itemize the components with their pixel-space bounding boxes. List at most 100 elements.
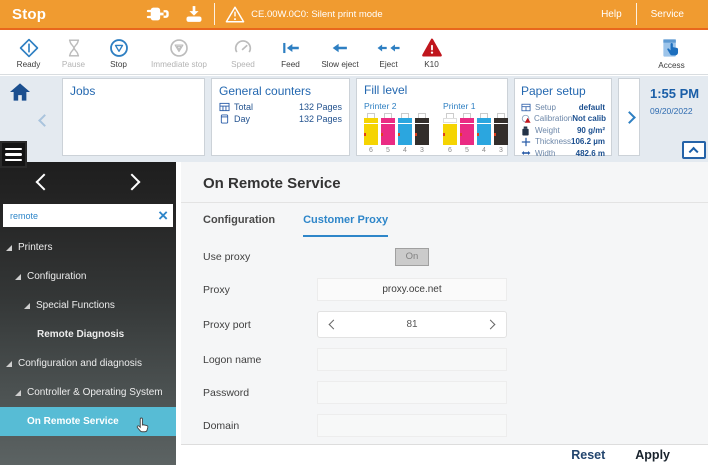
reset-button[interactable]: Reset [571, 448, 605, 462]
paper-row-weight: Weight 90 g/m² [521, 125, 605, 136]
warning-triangle-icon [225, 5, 245, 24]
fill-level-card[interactable]: Fill level Printer 2 6 5 4 [356, 78, 508, 156]
ink-bottle-cyan [398, 113, 412, 145]
page-title: On Remote Service [181, 162, 708, 202]
paper-row-calibration: Calibration Not calib [521, 113, 605, 124]
width-icon [521, 149, 532, 157]
help-button[interactable]: Help [587, 9, 636, 20]
expand-triangle-icon [6, 245, 12, 251]
domain-label: Domain [203, 420, 317, 432]
sidebar-item-controller-operating-system[interactable]: Controller & Operating System [0, 378, 176, 407]
ready-button[interactable]: Ready [6, 33, 51, 73]
sidebar-item-on-remote-service[interactable]: On Remote Service [0, 407, 176, 436]
sidebar-item-configuration[interactable]: Configuration [0, 262, 176, 291]
download-icon[interactable] [184, 4, 204, 24]
power-plug-icon[interactable] [146, 5, 170, 23]
eject-icon [376, 37, 402, 59]
proxy-label: Proxy [203, 284, 317, 296]
ink-level-numbers: 6 5 4 3 [364, 147, 429, 154]
jobs-card-title: Jobs [70, 84, 197, 98]
counter-row-day: Day 132 Pages [219, 114, 342, 124]
speed-button[interactable]: Speed [217, 33, 269, 73]
fill-level-title: Fill level [364, 83, 500, 97]
paper-setup-title: Paper setup [521, 84, 605, 98]
slow-eject-button[interactable]: Slow eject [312, 33, 368, 73]
domain-field[interactable] [317, 414, 507, 437]
weight-icon [521, 126, 532, 136]
decrement-port-button[interactable] [329, 320, 339, 330]
paper-setup-card[interactable]: Paper setup Setup default Calibration No… [514, 78, 612, 156]
ready-icon [18, 37, 40, 59]
hamburger-menu-button[interactable] [0, 141, 27, 168]
pause-hourglass-icon [63, 37, 85, 59]
proxy-port-row: Proxy port 81 [203, 311, 708, 338]
stop-button[interactable]: Stop [96, 33, 141, 73]
sidebar-item-configuration-and-diagnosis[interactable]: Configuration and diagnosis [0, 349, 176, 378]
password-label: Password [203, 387, 317, 399]
pause-button[interactable]: Pause [51, 33, 96, 73]
scroll-cards-right-button[interactable] [618, 78, 640, 156]
general-counters-card[interactable]: General counters Total 132 Pages Day 132… [211, 78, 350, 156]
access-button[interactable]: Access [649, 33, 694, 73]
home-icon[interactable] [9, 82, 31, 102]
ink-bottle-cyan [477, 113, 491, 145]
tab-configuration[interactable]: Configuration [203, 214, 275, 237]
scroll-cards-left-chevron[interactable] [40, 112, 49, 130]
increment-port-button[interactable] [486, 320, 496, 330]
stop-icon [108, 37, 130, 59]
ink-level-numbers: 6 5 4 3 [443, 147, 508, 154]
printer-control-screen: Stop CE.00W.0C0: Silent print mode Help … [0, 0, 708, 465]
immediate-stop-icon [168, 37, 190, 59]
logon-name-label: Logon name [203, 354, 317, 366]
domain-row: Domain [203, 414, 708, 437]
collapse-dashboard-button[interactable] [682, 141, 706, 159]
nav-back-button[interactable] [38, 175, 50, 193]
password-row: Password [203, 381, 708, 404]
proxy-port-stepper: 81 [317, 311, 507, 338]
ink-bottle-yellow [364, 113, 378, 145]
eject-button[interactable]: Eject [368, 33, 409, 73]
printer-1-fill: Printer 1 6 5 4 3 [443, 101, 508, 154]
proxy-field[interactable]: proxy.oce.net [317, 278, 507, 301]
logon-name-field[interactable] [317, 348, 507, 371]
proxy-port-value[interactable]: 81 [406, 319, 417, 330]
paper-row-setup: Setup default [521, 102, 605, 113]
chevron-up-icon [689, 146, 699, 156]
slow-eject-icon [329, 37, 351, 59]
machine-status: Stop [12, 6, 46, 23]
apply-button[interactable]: Apply [635, 448, 670, 462]
paper-row-width: Width 482.6 m [521, 148, 605, 159]
paper-row-thickness: Thickness 106.2 µm [521, 136, 605, 147]
top-status-bar: Stop CE.00W.0C0: Silent print mode Help … [0, 0, 708, 30]
expand-triangle-icon [6, 361, 12, 367]
counter-value: 132 Pages [299, 102, 342, 112]
ink-bottle-black [415, 113, 429, 145]
dashboard-strip: Jobs General counters Total 132 Pages Da… [0, 76, 708, 162]
clear-search-icon[interactable]: × [158, 205, 168, 226]
k10-warning-button[interactable]: K10 [409, 33, 454, 73]
jobs-card[interactable]: Jobs [62, 78, 205, 156]
immediate-stop-button[interactable]: Immediate stop [141, 33, 217, 73]
tab-customer-proxy[interactable]: Customer Proxy [303, 214, 388, 237]
feed-icon [280, 37, 302, 59]
sidebar-item-printers[interactable]: Printers [0, 233, 176, 262]
use-proxy-row: Use proxy On [203, 245, 708, 268]
service-button[interactable]: Service [637, 9, 698, 20]
sidebar-item-special-functions[interactable]: Special Functions [0, 291, 176, 320]
counter-row-total: Total 132 Pages [219, 102, 342, 112]
password-field[interactable] [317, 381, 507, 404]
sidebar-item-remote-diagnosis[interactable]: Remote Diagnosis [0, 320, 176, 349]
ink-bottle-magenta [460, 113, 474, 145]
active-alert[interactable]: CE.00W.0C0: Silent print mode [225, 5, 382, 24]
form-footer: Reset Apply [181, 444, 708, 465]
use-proxy-toggle[interactable]: On [395, 248, 429, 266]
expand-triangle-icon [15, 390, 21, 396]
feed-button[interactable]: Feed [269, 33, 312, 73]
counter-label: Day [234, 114, 250, 124]
settings-search-input[interactable] [3, 204, 173, 227]
nav-forward-button[interactable] [126, 175, 138, 193]
thickness-icon [521, 137, 532, 147]
general-counters-title: General counters [219, 84, 342, 98]
expand-triangle-icon [15, 274, 21, 280]
printer-name: Printer 1 [443, 101, 508, 111]
